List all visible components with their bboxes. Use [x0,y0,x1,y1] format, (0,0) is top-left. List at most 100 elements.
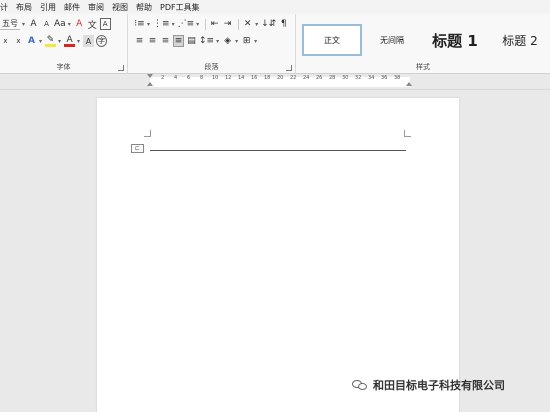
char-border-icon[interactable]: A [99,18,111,30]
decrease-indent-icon[interactable]: ⇤ [209,18,220,30]
justify-icon[interactable]: ≡ [173,35,184,47]
show-marks-icon[interactable]: ¶ [278,18,289,30]
menu-pdf-tools[interactable]: PDF工具集 [156,2,204,13]
menu-review[interactable]: 审阅 [84,2,108,13]
font-dialog-launcher-icon[interactable] [118,65,124,71]
watermark-text: 和田目标电子科技有限公司 [373,379,505,392]
bullets-icon[interactable]: ⁝≡ [134,18,145,30]
crop-mark-top-right [404,130,411,137]
align-center-icon[interactable]: ≡ [147,35,158,47]
multilevel-list-icon[interactable]: ⋰≡ [178,18,195,30]
paragraph-row-2: ≡ ≡ ≡ ≡ ▤ ↕≡ ▾ ◈ ▾ ⊞ ▾ [134,34,260,48]
style-no-spacing[interactable]: 无间隔 [366,24,418,56]
crop-mark-top-left [144,130,151,137]
distributed-icon[interactable]: ▤ [186,35,197,47]
enclose-char-icon[interactable]: 字 [96,35,108,47]
font-row-1: 五号 ▾ A A Aa ▾ A 文 A [0,17,113,31]
styles-group: 正文 无间隔 标题 1 标题 2 样式 [296,14,550,74]
superscript-icon[interactable]: x [13,35,24,47]
document-area[interactable]: ⊏ [0,90,550,412]
ruler-tick: 24 [303,75,310,81]
numbering-dropdown-icon[interactable]: ▾ [172,21,175,28]
line-spacing-dropdown-icon[interactable]: ▾ [216,38,219,45]
paragraph-group-label: 段落 [204,63,219,71]
bullets-dropdown-icon[interactable]: ▾ [147,21,150,28]
style-normal[interactable]: 正文 [302,24,362,56]
font-size-dropdown-icon[interactable]: ▾ [22,21,25,28]
font-size-select[interactable]: 五号 [0,18,20,30]
horizontal-ruler[interactable]: 2 4 6 8 10 12 14 16 18 20 22 24 26 28 30… [0,74,550,90]
menu-references[interactable]: 引用 [36,2,60,13]
ruler-tick: 16 [251,75,258,81]
font-row-2: x x A ▾ ✎ ▾ A ▾ A 字 [0,34,109,48]
menu-help[interactable]: 帮助 [132,2,156,13]
style-heading-2[interactable]: 标题 2 [492,24,548,56]
menu-layout[interactable]: 布局 [12,2,36,13]
separator [205,18,207,30]
ruler-tick: 34 [368,75,375,81]
grow-font-icon[interactable]: A [28,18,39,30]
style-heading-1[interactable]: 标题 1 [422,24,488,56]
align-right-icon[interactable]: ≡ [160,35,171,47]
shrink-font-icon[interactable]: A [41,18,52,30]
ruler-tick: 26 [316,75,323,81]
ruler-tick: 18 [264,75,271,81]
shading-icon[interactable]: ◈ [222,35,233,47]
align-left-icon[interactable]: ≡ [134,35,145,47]
shading-dropdown-icon[interactable]: ▾ [235,38,238,45]
ruler-tick: 38 [394,75,401,81]
char-shading-icon[interactable]: A [83,35,95,47]
borders-dropdown-icon[interactable]: ▾ [254,38,257,45]
wechat-icon [352,379,368,391]
change-case-dropdown-icon[interactable]: ▾ [68,21,71,28]
sort-icon[interactable]: ↓⇵ [261,18,276,30]
increase-indent-icon[interactable]: ⇥ [222,18,233,30]
ruler-tick: 36 [381,75,388,81]
ruler-tick: 6 [187,75,191,81]
first-line-indent-marker[interactable] [147,74,153,78]
ruler-tick: 22 [290,75,297,81]
ribbon: 五号 ▾ A A Aa ▾ A 文 A x x A ▾ ✎ ▾ A ▾ A 字 … [0,14,550,74]
menu-design[interactable]: 计 [0,2,12,13]
highlight-icon[interactable]: ✎ [45,35,57,47]
document-page[interactable]: ⊏ [97,98,459,412]
highlight-dropdown-icon[interactable]: ▾ [58,38,61,45]
menu-bar: 计 布局 引用 邮件 审阅 视图 帮助 PDF工具集 [0,0,550,14]
change-case-icon[interactable]: Aa [54,18,66,30]
text-effects-icon[interactable]: A [26,35,37,47]
paragraph-row-1: ⁝≡ ▾ ⋮≡ ▾ ⋰≡ ▾ ⇤ ⇥ ✕ ▾ ↓⇵ ¶ [134,17,291,31]
separator [238,18,240,30]
ruler-tick: 28 [329,75,336,81]
chinese-layout-icon[interactable]: ✕ [242,18,253,30]
multilevel-dropdown-icon[interactable]: ▾ [196,21,199,28]
right-indent-marker[interactable] [406,82,412,86]
styles-group-label: 样式 [416,63,430,71]
watermark: 和田目标电子科技有限公司 [352,377,505,393]
paragraph-dialog-launcher-icon[interactable] [286,65,292,71]
subscript-icon[interactable]: x [0,35,11,47]
ruler-tick: 12 [225,75,232,81]
line-spacing-icon[interactable]: ↕≡ [199,35,214,47]
font-color-dropdown-icon[interactable]: ▾ [77,38,80,45]
ruler-tick: 14 [238,75,245,81]
borders-icon[interactable]: ⊞ [241,35,252,47]
hanging-indent-marker[interactable] [147,82,153,86]
menu-mailings[interactable]: 邮件 [60,2,84,13]
chinese-layout-dropdown-icon[interactable]: ▾ [255,21,258,28]
phonetic-guide-icon[interactable]: 文 [87,18,98,31]
ruler-tick: 2 [161,75,165,81]
ruler-tick: 30 [342,75,349,81]
clear-format-icon[interactable]: A [74,18,85,30]
font-color-icon[interactable]: A [64,35,76,47]
ruler-tick: 8 [200,75,204,81]
ruler-tick: 20 [277,75,284,81]
ruler-tick: 32 [355,75,362,81]
ruler-tick: 10 [212,75,219,81]
ruler-tick: 4 [174,75,178,81]
horizontal-line[interactable] [150,150,406,151]
numbering-icon[interactable]: ⋮≡ [153,18,170,30]
font-group-label: 字体 [56,63,71,71]
paste-options-icon[interactable]: ⊏ [131,144,144,153]
menu-view[interactable]: 视图 [108,2,132,13]
text-effects-dropdown-icon[interactable]: ▾ [39,38,42,45]
